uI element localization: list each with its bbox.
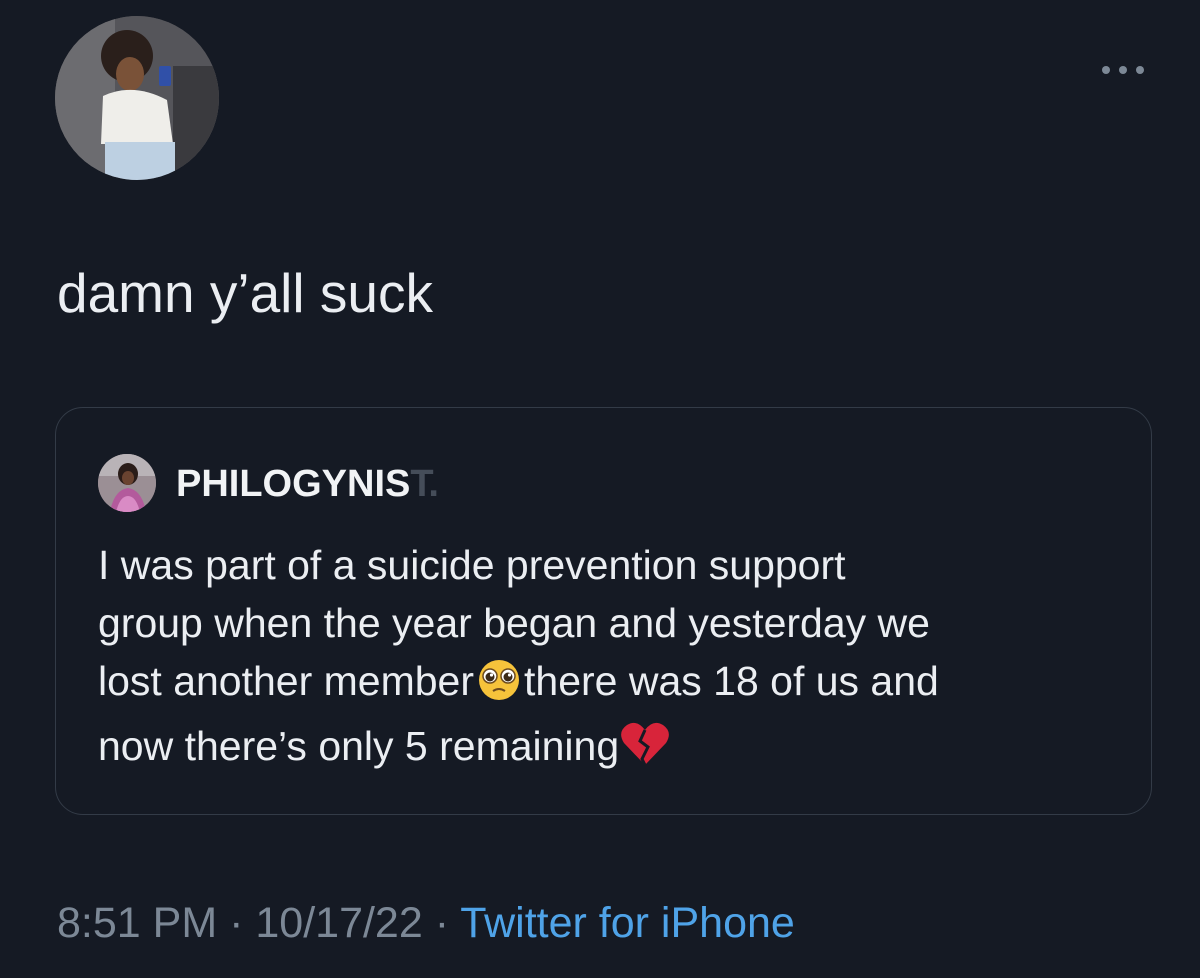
tweet-text: damn y’all suck: [57, 262, 433, 324]
quoted-tweet-card[interactable]: PHILOGYNIST. I was part of a suicide pre…: [55, 407, 1152, 815]
quoted-text-line-3: lost another member there was 18 of us an…: [98, 652, 1128, 717]
pleading-face-emoji: [474, 658, 524, 717]
quoted-text-line-1: I was part of a suicide prevention suppo…: [98, 542, 846, 588]
tweet-time[interactable]: 8:51 PM: [57, 899, 217, 947]
tweet-source-link[interactable]: Twitter for iPhone: [460, 899, 795, 947]
quoted-author-name-blurred: T.: [410, 463, 439, 505]
quoted-author-name-visible: PHILOGYNIS: [176, 463, 411, 505]
quoted-text-line-2: group when the year began and yesterday …: [98, 600, 930, 646]
more-options-icon[interactable]: [1100, 62, 1146, 78]
quoted-tweet-text: I was part of a suicide prevention suppo…: [98, 536, 1128, 782]
tweet-container: damn y’all suck PHILOGYNIST. I was part …: [0, 0, 1200, 978]
tweet-footer: 8:51 PM · 10/17/22 · Twitter for iPhone: [57, 895, 795, 951]
footer-separator: ·: [229, 899, 244, 947]
profile-avatar[interactable]: [55, 16, 219, 180]
broken-heart-emoji: [619, 721, 671, 782]
quoted-author-avatar[interactable]: [98, 454, 156, 512]
tweet-date[interactable]: 10/17/22: [255, 899, 422, 947]
quoted-avatar-image: [98, 454, 156, 512]
quoted-text-line-4: now there’s only 5 remaining: [98, 717, 1128, 782]
quoted-text-line-3b: there was 18 of us and: [524, 658, 939, 704]
avatar-image: [55, 16, 219, 180]
footer-separator: ·: [434, 899, 450, 947]
quoted-text-line-3a: lost another member: [98, 658, 475, 704]
quoted-author-name[interactable]: PHILOGYNIST.: [176, 463, 439, 506]
quoted-text-line-4-text: now there’s only 5 remaining: [98, 723, 620, 769]
